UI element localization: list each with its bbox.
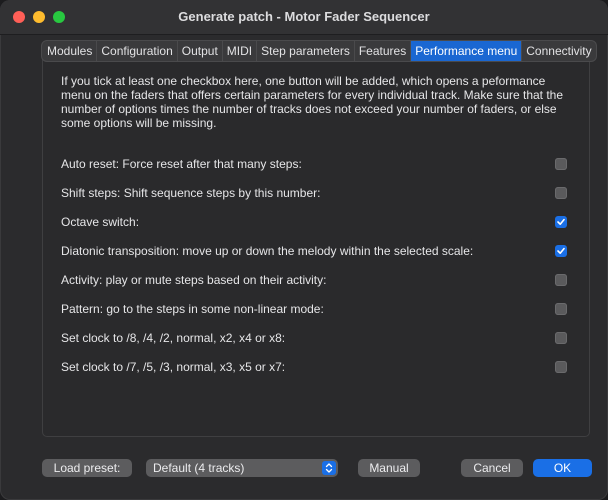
preset-select-value: Default (4 tracks) <box>153 461 245 475</box>
clock-even-checkbox[interactable] <box>555 332 567 344</box>
option-row-auto-reset: Auto reset: Force reset after that many … <box>61 156 573 172</box>
option-label: Set clock to /8, /4, /2, normal, x2, x4 … <box>61 331 286 345</box>
checkmark-icon <box>557 247 565 254</box>
dialog-window: Generate patch - Motor Fader Sequencer I… <box>0 0 608 500</box>
option-row-pattern: Pattern: go to the steps in some non-lin… <box>61 301 573 317</box>
shift-steps-checkbox[interactable] <box>555 187 567 199</box>
tab-midi[interactable]: MIDI <box>221 41 256 61</box>
checkmark-icon <box>557 218 565 225</box>
option-row-clock-odd: Set clock to /7, /5, /3, normal, x3, x5 … <box>61 359 573 375</box>
pattern-checkbox[interactable] <box>555 303 567 315</box>
option-row-shift-steps: Shift steps: Shift sequence steps by thi… <box>61 185 573 201</box>
option-row-octave-switch: Octave switch: <box>61 214 573 230</box>
option-label: Shift steps: Shift sequence steps by thi… <box>61 186 321 200</box>
up-down-chevron-icon <box>322 461 336 475</box>
tab-output[interactable]: Output <box>176 41 222 61</box>
option-row-diatonic-transposition: Diatonic transposition: move up or down … <box>61 243 573 259</box>
tab-bar: Modules Configuration Output MIDI Step p… <box>42 41 596 61</box>
auto-reset-checkbox[interactable] <box>555 158 567 170</box>
tab-content-panel: If you tick at least one checkbox here, … <box>42 51 590 437</box>
option-row-clock-even: Set clock to /8, /4, /2, normal, x2, x4 … <box>61 330 573 346</box>
option-label: Pattern: go to the steps in some non-lin… <box>61 302 324 316</box>
tab-connectivity[interactable]: Connectivity <box>521 41 595 61</box>
option-row-activity: Activity: play or mute steps based on th… <box>61 272 573 288</box>
diatonic-transposition-checkbox[interactable] <box>555 245 567 257</box>
octave-switch-checkbox[interactable] <box>555 216 567 228</box>
load-preset-button[interactable]: Load preset: <box>42 459 132 477</box>
tab-modules[interactable]: Modules <box>42 41 96 61</box>
preset-select[interactable]: Default (4 tracks) <box>146 459 338 477</box>
ok-button[interactable]: OK <box>533 459 592 477</box>
tab-performance-menu[interactable]: Performance menu <box>410 41 522 61</box>
window-title: Generate patch - Motor Fader Sequencer <box>178 9 430 24</box>
cancel-button[interactable]: Cancel <box>461 459 523 477</box>
tab-configuration[interactable]: Configuration <box>96 41 176 61</box>
tab-features[interactable]: Features <box>353 41 410 61</box>
title-bar: Generate patch - Motor Fader Sequencer <box>0 0 608 35</box>
clock-odd-checkbox[interactable] <box>555 361 567 373</box>
activity-checkbox[interactable] <box>555 274 567 286</box>
option-label: Diatonic transposition: move up or down … <box>61 244 474 258</box>
option-label: Octave switch: <box>61 215 140 229</box>
option-label: Auto reset: Force reset after that many … <box>61 157 302 171</box>
option-label: Activity: play or mute steps based on th… <box>61 273 327 287</box>
manual-button[interactable]: Manual <box>358 459 420 477</box>
option-label: Set clock to /7, /5, /3, normal, x3, x5 … <box>61 360 286 374</box>
intro-text: If you tick at least one checkbox here, … <box>61 74 564 130</box>
tab-step-parameters[interactable]: Step parameters <box>256 41 354 61</box>
